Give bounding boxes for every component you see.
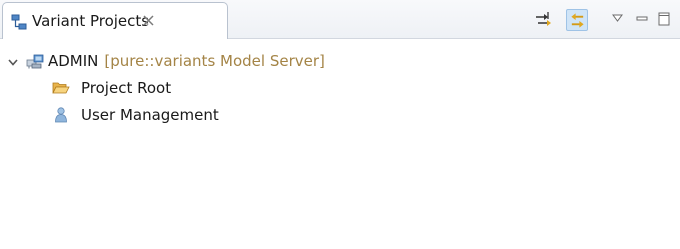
link-with-editor-button[interactable] bbox=[566, 9, 588, 31]
tree-item-project-root[interactable]: Project Root bbox=[0, 75, 680, 101]
project-tree: ADMIN [pure::variants Model Server] Proje… bbox=[0, 39, 680, 249]
variant-projects-view: Variant Projects ADMIN [pure::variants M… bbox=[0, 0, 680, 249]
synchronize-icon bbox=[536, 12, 551, 26]
chevron-down-icon[interactable] bbox=[612, 14, 623, 22]
tree-item-user-management[interactable]: User Management bbox=[0, 102, 680, 128]
folder-open-icon bbox=[52, 82, 70, 94]
user-icon bbox=[55, 107, 67, 123]
close-icon[interactable] bbox=[142, 14, 155, 27]
user-management-label: User Management bbox=[81, 106, 219, 124]
tree-item-admin[interactable]: ADMIN [pure::variants Model Server] bbox=[0, 48, 680, 74]
synchronize-button[interactable] bbox=[532, 9, 554, 31]
variant-projects-tab[interactable]: Variant Projects bbox=[2, 2, 228, 39]
server-icon bbox=[26, 54, 44, 69]
chevron-down-icon[interactable] bbox=[8, 57, 18, 67]
hierarchy-icon bbox=[11, 14, 27, 30]
tree-item-label: ADMIN [pure::variants Model Server] bbox=[48, 51, 325, 71]
project-root-label: Project Root bbox=[81, 79, 172, 97]
server-decoration: [pure::variants Model Server] bbox=[104, 52, 325, 70]
admin-label: ADMIN bbox=[48, 52, 99, 70]
view-tab-bar: Variant Projects bbox=[0, 0, 680, 39]
link-with-editor-icon bbox=[571, 13, 584, 28]
minimize-icon[interactable] bbox=[636, 13, 648, 25]
view-title: Variant Projects bbox=[32, 12, 150, 30]
maximize-icon[interactable] bbox=[658, 12, 670, 26]
